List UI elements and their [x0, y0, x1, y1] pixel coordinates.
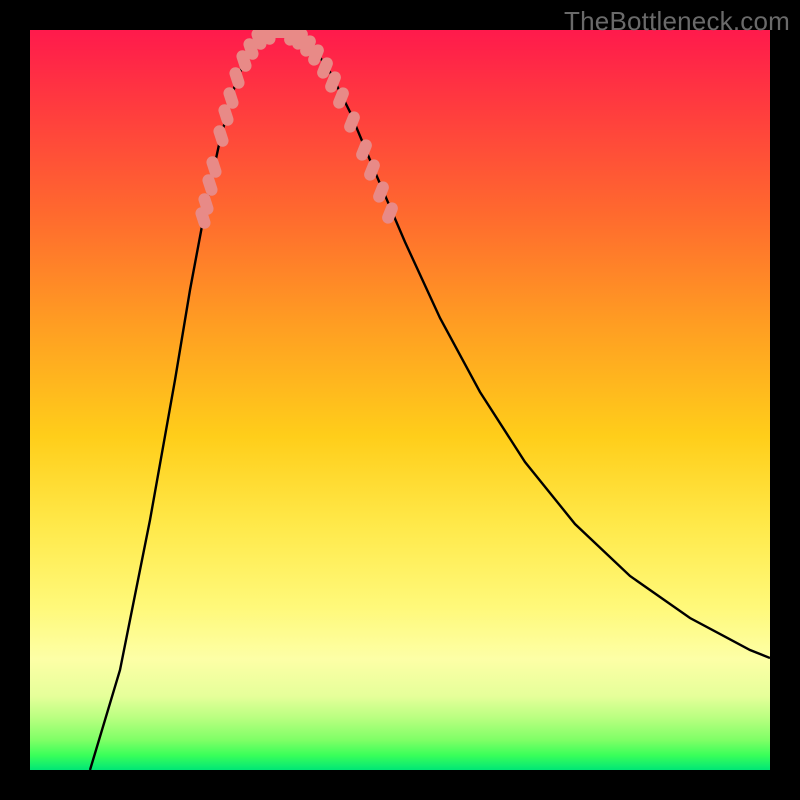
bottleneck-curve-svg	[30, 30, 770, 770]
bottleneck-curve-path	[90, 32, 770, 770]
left-marker-group	[194, 30, 277, 230]
data-marker	[212, 124, 230, 149]
bottom-marker-group	[265, 30, 295, 38]
watermark-text: TheBottleneck.com	[564, 6, 790, 37]
data-marker	[273, 30, 295, 38]
plot-area	[30, 30, 770, 770]
data-marker	[354, 138, 373, 163]
chart-frame: TheBottleneck.com	[0, 0, 800, 800]
right-marker-group	[282, 30, 399, 225]
